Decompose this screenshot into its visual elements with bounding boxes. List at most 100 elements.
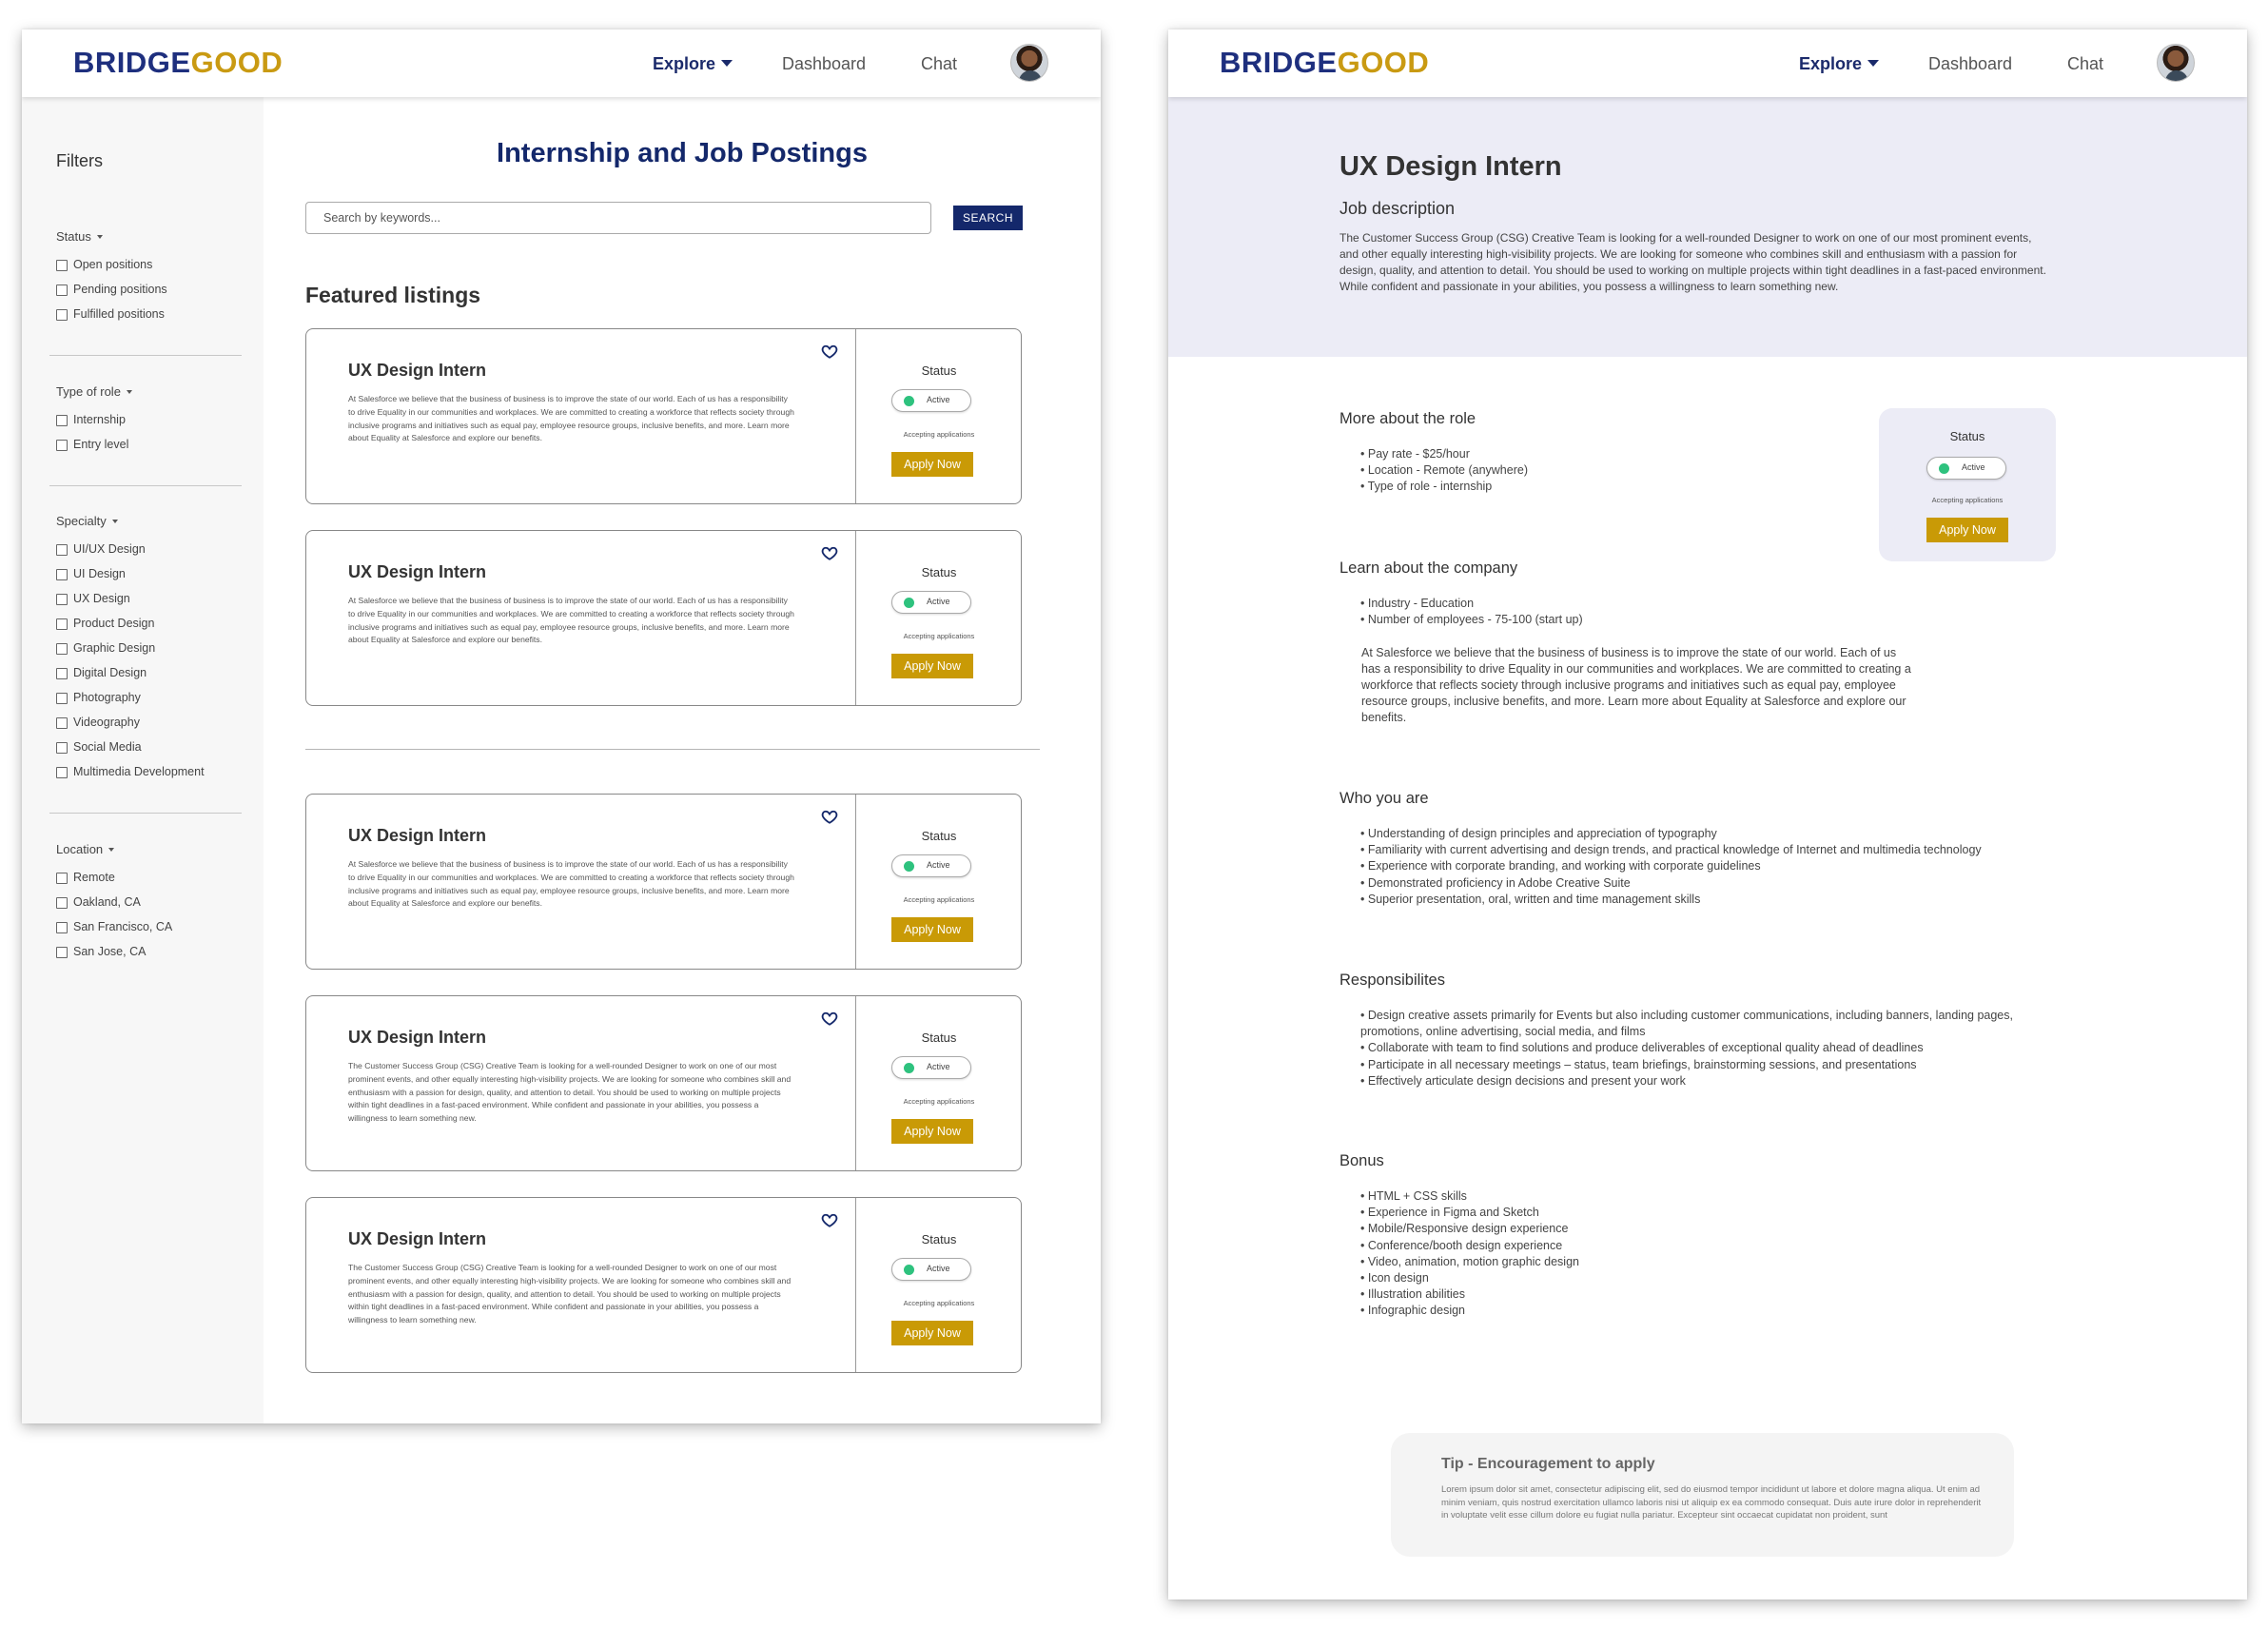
filter-option[interactable]: San Jose, CA — [56, 939, 246, 964]
avatar[interactable] — [1010, 44, 1048, 82]
filter-option[interactable]: Pending positions — [56, 277, 246, 302]
job-description-heading: Job description — [1339, 199, 1456, 218]
job-description: The Customer Success Group (CSG) Creativ… — [1339, 231, 2046, 293]
list-item: Icon design — [1360, 1270, 1579, 1286]
heart-icon[interactable] — [821, 343, 838, 360]
status-panel: Status Active Accepting applications App… — [1879, 408, 2056, 561]
filter-option[interactable]: UI Design — [56, 561, 246, 586]
filter-group-toggle[interactable]: Specialty — [56, 512, 246, 531]
list-item: Illustration abilities — [1360, 1286, 1579, 1303]
nav-explore[interactable]: Explore — [653, 53, 733, 74]
apply-now-button[interactable]: Apply Now — [891, 452, 973, 477]
filter-group-toggle[interactable]: Status — [56, 227, 246, 246]
list-item: Conference/booth design experience — [1360, 1238, 1579, 1254]
filter-option[interactable]: Multimedia Development — [56, 759, 246, 784]
accepting-text: Accepting applications — [903, 1097, 975, 1106]
listing-card[interactable]: UX Design Intern At Salesforce we believ… — [305, 328, 1022, 504]
bridgegood-logo[interactable]: BRIDGEGOOD — [73, 47, 283, 79]
apply-now-button[interactable]: Apply Now — [1926, 518, 2008, 542]
list-item: Design creative assets primarily for Eve… — [1360, 1008, 2045, 1040]
listing-card[interactable]: UX Design Intern At Salesforce we believ… — [305, 794, 1022, 970]
page-title: Internship and Job Postings — [497, 138, 868, 168]
filter-group-toggle[interactable]: Type of role — [56, 383, 246, 402]
filter-option[interactable]: Remote — [56, 865, 246, 890]
list-item: Pay rate - $25/hour — [1360, 446, 1528, 462]
list-item: HTML + CSS skills — [1360, 1188, 1579, 1205]
tip-body: Lorem ipsum dolor sit amet, consectetur … — [1441, 1484, 1982, 1521]
filter-option[interactable]: Fulfilled positions — [56, 302, 246, 326]
status-label: Status — [921, 565, 957, 579]
filter-option[interactable]: Digital Design — [56, 660, 246, 685]
section-heading: Who you are — [1339, 790, 1429, 807]
list-item: Infographic design — [1360, 1303, 1579, 1319]
heart-icon[interactable] — [821, 808, 838, 825]
featured-heading: Featured listings — [305, 283, 481, 307]
search-input[interactable] — [305, 202, 931, 234]
apply-now-button[interactable]: Apply Now — [891, 1321, 973, 1345]
filter-option[interactable]: Videography — [56, 710, 246, 735]
list-item: Type of role - internship — [1360, 479, 1528, 495]
section-heading: Responsibilites — [1339, 972, 1445, 989]
listing-card[interactable]: UX Design Intern The Customer Success Gr… — [305, 1197, 1022, 1373]
bullet-list: Design creative assets primarily for Eve… — [1360, 1008, 2045, 1089]
company-description: At Salesforce we believe that the busine… — [1361, 646, 1911, 724]
apply-now-button[interactable]: Apply Now — [891, 917, 973, 942]
filter-option[interactable]: Product Design — [56, 611, 246, 636]
nav-dashboard[interactable]: Dashboard — [1928, 53, 2012, 74]
section-heading: Learn about the company — [1339, 559, 1518, 577]
apply-now-button[interactable]: Apply Now — [891, 1119, 973, 1144]
filter-option[interactable]: UI/UX Design — [56, 537, 246, 561]
caret-down-icon — [126, 390, 132, 394]
job-detail-screen: BRIDGEGOOD Explore Dashboard Chat UX Des… — [1168, 29, 2247, 1600]
filter-option[interactable]: Open positions — [56, 252, 246, 277]
bridgegood-logo[interactable]: BRIDGEGOOD — [1220, 47, 1429, 79]
caret-down-icon — [96, 235, 103, 239]
listing-card[interactable]: UX Design Intern At Salesforce we believ… — [305, 530, 1022, 706]
job-title: UX Design Intern — [1339, 151, 1562, 182]
bullet-list: Pay rate - $25/hour Location - Remote (a… — [1360, 446, 1528, 496]
filter-option[interactable]: Graphic Design — [56, 636, 246, 660]
caret-down-icon — [111, 520, 118, 523]
avatar[interactable] — [2157, 44, 2195, 82]
filter-option[interactable]: UX Design — [56, 586, 246, 611]
listings-screen: BRIDGEGOOD Explore Dashboard Chat Filter… — [22, 29, 1101, 1423]
heart-icon[interactable] — [821, 544, 838, 561]
filter-option[interactable]: Photography — [56, 685, 246, 710]
apply-now-button[interactable]: Apply Now — [891, 654, 973, 678]
status-badge: Active — [1926, 457, 2006, 480]
filter-group-label: Status — [56, 229, 91, 244]
filter-option[interactable]: Internship — [56, 407, 246, 432]
filter-option[interactable]: San Francisco, CA — [56, 914, 246, 939]
nav-explore-label: Explore — [653, 54, 716, 73]
filter-option[interactable]: Social Media — [56, 735, 246, 759]
listing-description: At Salesforce we believe that the busine… — [348, 596, 794, 645]
tip-card: Tip - Encouragement to apply Lorem ipsum… — [1391, 1433, 2014, 1557]
listing-title: UX Design Intern — [348, 1229, 487, 1248]
listing-card[interactable]: UX Design Intern The Customer Success Gr… — [305, 995, 1022, 1171]
status-label: Status — [921, 1232, 957, 1246]
heart-icon[interactable] — [821, 1010, 838, 1027]
status-label: Status — [921, 1030, 957, 1045]
section-heading: More about the role — [1339, 410, 1476, 427]
status-text: Active — [1962, 462, 1985, 472]
chevron-down-icon — [721, 60, 733, 67]
nav-dashboard[interactable]: Dashboard — [782, 53, 866, 74]
heart-icon[interactable] — [821, 1211, 838, 1228]
card-divider — [855, 531, 856, 705]
filter-option[interactable]: Entry level — [56, 432, 246, 457]
filter-group-toggle[interactable]: Location — [56, 840, 246, 859]
listing-title: UX Design Intern — [348, 361, 487, 380]
list-item: Collaborate with team to find solutions … — [1360, 1040, 2045, 1056]
nav-explore[interactable]: Explore — [1799, 53, 1880, 74]
search-button[interactable]: SEARCH — [953, 206, 1023, 230]
accepting-text: Accepting applications — [1931, 496, 2004, 504]
nav-chat[interactable]: Chat — [921, 53, 957, 74]
navbar: BRIDGEGOOD Explore Dashboard Chat — [1168, 29, 2247, 97]
status-badge: Active — [891, 1056, 971, 1079]
divider — [49, 813, 242, 814]
list-item: Experience in Figma and Sketch — [1360, 1205, 1579, 1221]
nav-chat[interactable]: Chat — [2067, 53, 2103, 74]
accepting-text: Accepting applications — [903, 1299, 975, 1307]
listing-description: The Customer Success Group (CSG) Creativ… — [348, 1263, 792, 1325]
filter-option[interactable]: Oakland, CA — [56, 890, 246, 914]
